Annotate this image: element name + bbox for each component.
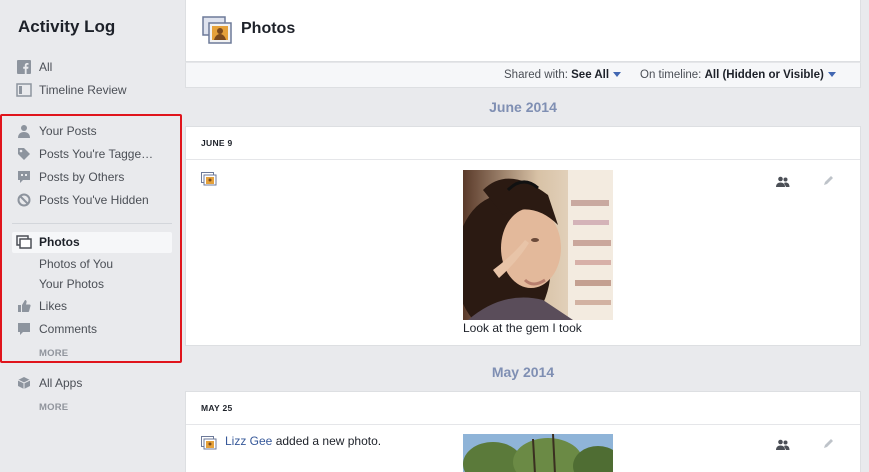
sidebar-item-timeline-review[interactable]: Timeline Review <box>16 80 127 100</box>
photo-caption: Look at the gem I took <box>463 321 582 335</box>
sidebar-item-all-apps[interactable]: All Apps <box>16 373 82 393</box>
sidebar-title: Activity Log <box>18 17 116 36</box>
post-photo[interactable] <box>463 434 613 472</box>
sidebar-more-apps-link[interactable]: MORE <box>39 402 68 413</box>
card-divider <box>186 424 860 425</box>
entry-action: added a new photo. <box>272 434 382 448</box>
month-heading: May 2014 <box>491 364 555 380</box>
timeline-value: All (Hidden or Visible) <box>704 69 824 81</box>
cube-icon <box>16 375 32 391</box>
chevron-down-icon <box>613 72 622 77</box>
highlight-box <box>0 114 182 363</box>
filter-bar: Shared with: See All On timeline: All (H… <box>185 62 861 88</box>
shared-with-filter[interactable]: Shared with: See All <box>504 69 622 81</box>
page-edge <box>861 0 869 472</box>
shared-with-label: Shared with: <box>504 69 568 81</box>
shared-with-value: See All <box>571 69 610 81</box>
card-divider <box>186 159 860 160</box>
page-title: Photos <box>241 20 296 37</box>
timeline-label: On timeline: <box>640 69 702 81</box>
entry-text: Lizz Gee added a new photo. <box>225 434 381 448</box>
actor-link[interactable]: Lizz Gee <box>225 434 272 448</box>
photos-album-icon <box>202 16 232 44</box>
chevron-down-icon <box>827 72 836 77</box>
friends-audience-icon[interactable] <box>776 176 790 188</box>
timeline-icon <box>16 82 32 98</box>
day-label: JUNE 9 <box>201 138 233 148</box>
post-photo[interactable] <box>463 170 613 320</box>
sidebar-item-label: Timeline Review <box>39 83 127 97</box>
timeline-filter[interactable]: On timeline: All (Hidden or Visible) <box>640 69 836 81</box>
friends-audience-icon[interactable] <box>776 439 790 451</box>
photo-entry-icon <box>201 172 217 186</box>
sidebar: Activity Log All Timeline Review Your Po… <box>0 0 184 472</box>
page-header: Photos <box>185 0 861 62</box>
photo-entry-icon <box>201 436 217 450</box>
pencil-icon[interactable] <box>823 437 835 449</box>
pencil-icon[interactable] <box>823 174 835 186</box>
sidebar-item-all[interactable]: All <box>16 57 52 77</box>
activity-card: JUNE 9 Look at the gem I took <box>185 126 861 346</box>
photo-image <box>463 434 613 472</box>
facebook-icon <box>16 59 32 75</box>
sidebar-item-label: All Apps <box>39 376 83 390</box>
photo-image <box>463 170 613 320</box>
sidebar-item-label: All <box>39 60 53 74</box>
month-heading: June 2014 <box>489 99 557 115</box>
activity-card: MAY 25 Lizz Gee added a new photo. <box>185 391 861 472</box>
day-label: MAY 25 <box>201 403 233 413</box>
